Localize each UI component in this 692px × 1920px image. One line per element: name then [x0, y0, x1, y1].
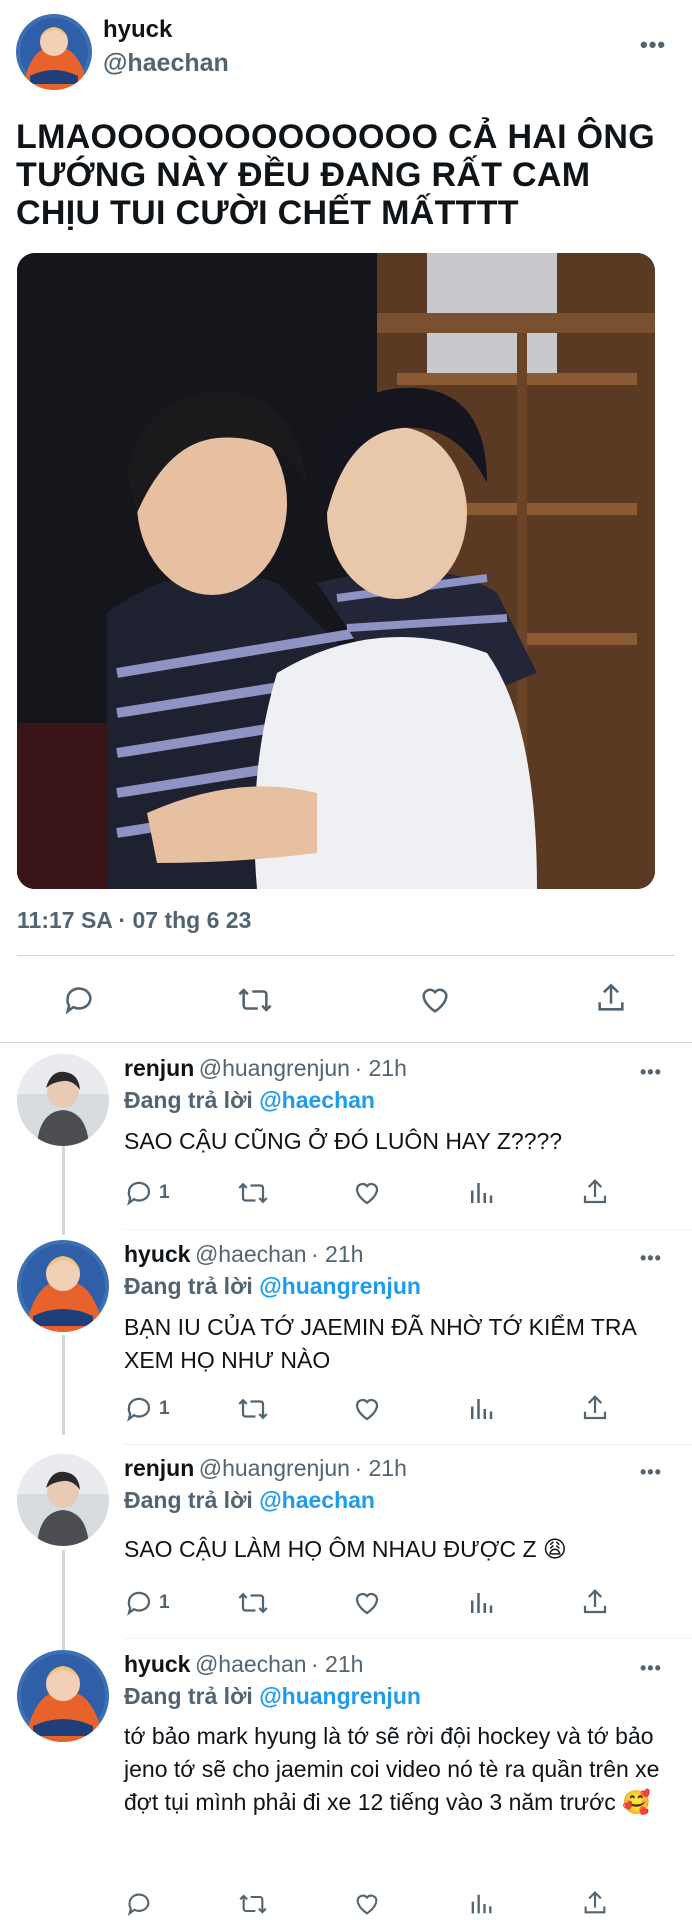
more-icon[interactable]: •••: [640, 1062, 662, 1083]
share-icon[interactable]: [580, 1393, 610, 1423]
avatar[interactable]: [17, 1240, 109, 1332]
reply-header: renjun @huangrenjun · 21h: [124, 1055, 407, 1082]
divider: [124, 1638, 692, 1639]
share-icon[interactable]: [580, 1587, 610, 1617]
reply-text: SAO CẬU CŨNG Ở ĐÓ LUÔN HAY Z????: [124, 1128, 563, 1154]
replying-to: Đang trả lời @haechan: [124, 1087, 375, 1114]
retweet-icon[interactable]: [236, 1178, 270, 1208]
reply-icon[interactable]: [124, 1890, 154, 1918]
reply-time[interactable]: · 21h: [311, 1651, 363, 1677]
replying-to: Đang trả lời @huangrenjun: [124, 1683, 421, 1710]
reply-text: tớ bảo mark hyung là tớ sẽ rời đội hocke…: [124, 1723, 660, 1815]
more-icon[interactable]: •••: [640, 32, 666, 58]
tweet-image[interactable]: [17, 253, 655, 889]
reply-time[interactable]: · 21h: [311, 1241, 363, 1267]
reply-time[interactable]: · 21h: [354, 1055, 406, 1081]
reply-header: renjun @huangrenjun · 21h: [124, 1455, 407, 1482]
views-icon[interactable]: [466, 1178, 496, 1208]
views-icon[interactable]: [466, 1588, 496, 1618]
reply-author-handle[interactable]: @haechan: [195, 1651, 307, 1677]
reply-author-handle[interactable]: @huangrenjun: [199, 1055, 350, 1081]
reply-icon[interactable]: [124, 1394, 154, 1424]
like-icon[interactable]: [352, 1890, 382, 1918]
like-icon[interactable]: [418, 983, 452, 1017]
reply-text: SAO CẬU LÀM HỌ ÔM NHAU ĐƯỢC Z 😩: [124, 1536, 567, 1562]
replying-prefix: Đang trả lời: [124, 1273, 253, 1299]
share-icon[interactable]: [580, 1889, 610, 1917]
tweet-text: LMAOOOOOOOOOOOOO CẢ HAI ÔNG TƯỚNG NÀY ĐỀ…: [16, 118, 655, 232]
views-icon[interactable]: [466, 1890, 496, 1918]
avatar[interactable]: [17, 1454, 109, 1546]
avatar[interactable]: [16, 14, 92, 90]
replying-to: Đang trả lời @haechan: [124, 1487, 375, 1514]
mention-link[interactable]: @haechan: [259, 1487, 375, 1513]
reply-text: BẠN IU CỦA TỚ JAEMIN ĐÃ NHỜ TỚ KIỂM TRA …: [124, 1314, 636, 1373]
reply-header: hyuck @haechan · 21h: [124, 1651, 363, 1678]
views-icon[interactable]: [466, 1394, 496, 1424]
reply-author-handle[interactable]: @huangrenjun: [199, 1455, 350, 1481]
reply-icon[interactable]: [124, 1178, 154, 1208]
avatar[interactable]: [17, 1054, 109, 1146]
tweet-timestamp[interactable]: 11:17 SA · 07 thg 6 23: [17, 907, 251, 934]
divider: [0, 1042, 692, 1043]
replying-prefix: Đang trả lời: [124, 1487, 253, 1513]
mention-link[interactable]: @haechan: [259, 1087, 375, 1113]
reply-icon[interactable]: [62, 983, 96, 1017]
mention-link[interactable]: @huangrenjun: [259, 1273, 421, 1299]
divider: [17, 955, 675, 956]
replying-prefix: Đang trả lời: [124, 1683, 253, 1709]
replying-prefix: Đang trả lời: [124, 1087, 253, 1113]
thread-line: [62, 1335, 65, 1435]
reply-count: 1: [159, 1182, 170, 1203]
reply-count: 1: [159, 1398, 170, 1419]
reply-header: hyuck @haechan · 21h: [124, 1241, 363, 1268]
more-icon[interactable]: •••: [640, 1658, 662, 1679]
author-handle[interactable]: @haechan: [103, 49, 229, 78]
reply-time[interactable]: · 21h: [354, 1455, 406, 1481]
reply-author-name[interactable]: renjun: [124, 1055, 194, 1081]
mention-link[interactable]: @huangrenjun: [259, 1683, 421, 1709]
divider: [124, 1444, 692, 1445]
avatar[interactable]: [17, 1650, 109, 1742]
reply-author-handle[interactable]: @haechan: [195, 1241, 307, 1267]
thread-line: [62, 1550, 65, 1650]
retweet-icon[interactable]: [236, 1588, 270, 1618]
reply-author-name[interactable]: hyuck: [124, 1241, 190, 1267]
reply-author-name[interactable]: hyuck: [124, 1651, 190, 1677]
reply-count: 1: [159, 1592, 170, 1613]
reply-author-name[interactable]: renjun: [124, 1455, 194, 1481]
share-icon[interactable]: [594, 981, 628, 1015]
thread-line: [62, 1145, 65, 1235]
retweet-icon[interactable]: [236, 1394, 270, 1424]
divider: [124, 1229, 692, 1230]
like-icon[interactable]: [352, 1588, 382, 1618]
share-icon[interactable]: [580, 1177, 610, 1207]
retweet-icon[interactable]: [236, 1890, 270, 1918]
like-icon[interactable]: [352, 1394, 382, 1424]
like-icon[interactable]: [352, 1178, 382, 1208]
more-icon[interactable]: •••: [640, 1248, 662, 1269]
author-name[interactable]: hyuck: [103, 16, 172, 44]
replying-to: Đang trả lời @huangrenjun: [124, 1273, 421, 1300]
retweet-icon[interactable]: [236, 983, 274, 1017]
more-icon[interactable]: •••: [640, 1462, 662, 1483]
reply-icon[interactable]: [124, 1588, 154, 1618]
